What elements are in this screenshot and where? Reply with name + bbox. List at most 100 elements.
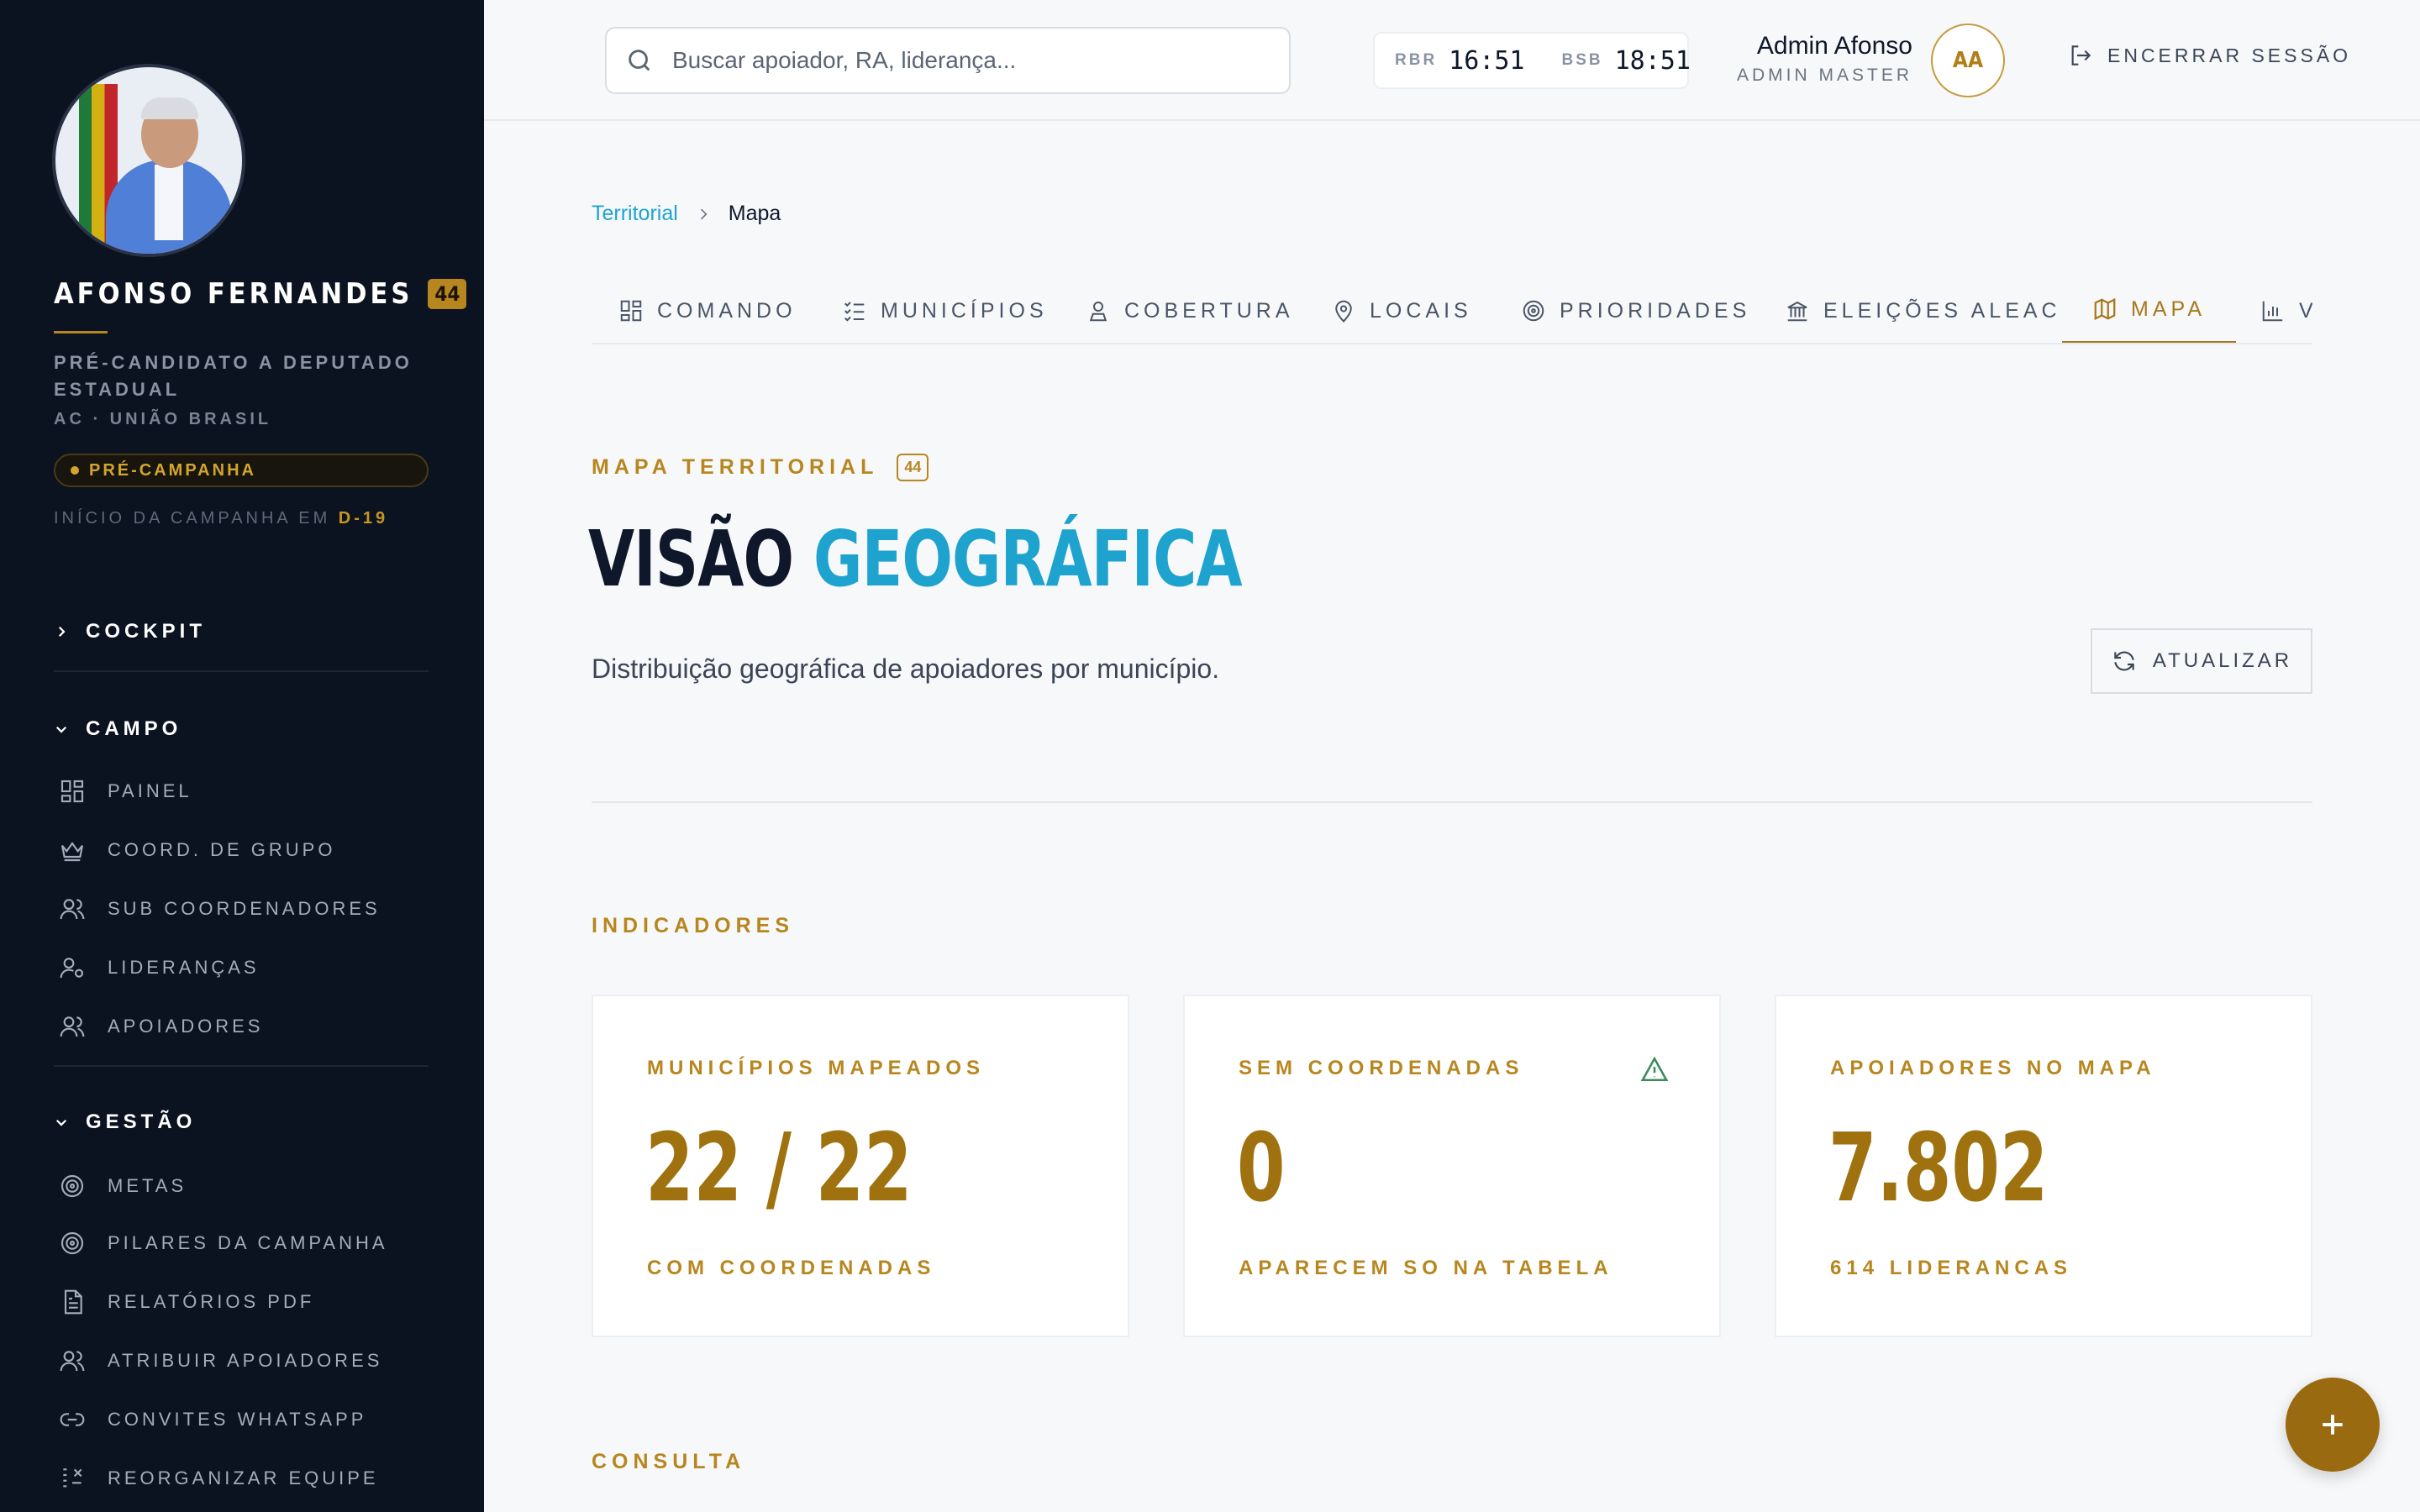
eyebrow-label: MAPA TERRITORIAL (592, 455, 879, 479)
sidebar-item-reorganizar[interactable]: REORGANIZAR EQUIPE (59, 1465, 379, 1492)
target-icon (1523, 300, 1544, 322)
tab-cobertura[interactable]: COBERTURA (1086, 277, 1294, 343)
sidebar-item-convites[interactable]: CONVITES WHATSAPP (59, 1406, 366, 1433)
sidebar-item-label: REORGANIZAR EQUIPE (108, 1467, 379, 1488)
bar-chart-icon (2262, 301, 2283, 322)
sidebar-item-pilares[interactable]: PILARES DA CAMPANHA (59, 1230, 388, 1257)
phase-badge: PRÉ-CAMPANHA (54, 454, 429, 487)
chevron-right-icon (58, 626, 66, 638)
chevron-down-icon (55, 726, 67, 733)
list-check-icon (844, 302, 865, 322)
user-cog-icon (60, 958, 84, 979)
tab-label: PRIORIDADES (1560, 298, 1751, 323)
refresh-icon (2114, 651, 2134, 671)
sidebar-item-metas[interactable]: METAS (59, 1173, 187, 1200)
clocks-widget: RBR 16:51 BSB 18:51 (1373, 32, 1691, 89)
clock-bsb-label: BSB (1561, 51, 1603, 69)
search-input[interactable] (672, 47, 1260, 74)
map-icon (2094, 297, 2116, 321)
tab-municipios[interactable]: MUNICÍPIOS (842, 277, 1048, 343)
warning-icon (1640, 1056, 1669, 1082)
target-icon (60, 1174, 84, 1198)
tab-mapa[interactable]: MAPA (2062, 277, 2236, 343)
campaign-countdown: INÍCIO DA CAMPANHA EM D-19 (54, 509, 388, 528)
nav-section-label: CAMPO (86, 717, 182, 740)
kpi-card-municipios: MUNICÍPIOS MAPEADOS 22 / 22 COM COORDENA… (592, 995, 1129, 1337)
sidebar-item-painel[interactable]: PAINEL (59, 778, 192, 805)
search-box[interactable] (605, 27, 1291, 94)
file-text-icon (64, 1289, 82, 1315)
drag-icon (63, 1468, 82, 1488)
page-title-accent: GEOGRÁFICA (813, 514, 1243, 604)
tab-prioridades[interactable]: PRIORIDADES (1521, 277, 1751, 343)
kpi-value: 0 (1237, 1114, 1286, 1223)
tab-eleicoes-aleac[interactable]: ELEIÇÕES ALEAC (1785, 277, 2061, 343)
logout-button[interactable]: ENCERRAR SESSÃO (2067, 42, 2351, 69)
nav-section-campo[interactable]: CAMPO (54, 717, 182, 741)
tab-bar: COMANDO MUNICÍPIOS COBERTURA LOCAIS PRIO… (592, 277, 2312, 344)
tab-comando[interactable]: COMANDO (618, 277, 797, 343)
candidate-party: AC · UNIÃO BRASIL (54, 410, 272, 428)
countdown-value: D-19 (338, 509, 389, 528)
sidebar-item-label: ATRIBUIR APOIADORES (108, 1350, 383, 1371)
grid-icon (620, 300, 642, 322)
logout-label: ENCERRAR SESSÃO (2107, 44, 2352, 66)
page-eyebrow: MAPA TERRITORIAL 44 (592, 454, 929, 481)
users-icon (60, 899, 85, 920)
users-icon (60, 1351, 85, 1372)
kpi-card-apoiadores: APOIADORES NO MAPA 7.802 614 LIDERANCAS (1775, 995, 2312, 1337)
clock-rbr-label: RBR (1395, 51, 1438, 69)
tab-locais[interactable]: LOCAIS (1331, 277, 1472, 343)
sidebar-item-liderancas[interactable]: LIDERANÇAS (59, 954, 260, 981)
tab-label: COBERTURA (1124, 298, 1294, 323)
nav-section-cockpit[interactable]: COCKPIT (54, 620, 206, 643)
candidate-name-row: AFONSO FERNANDES 44 (54, 277, 467, 311)
breadcrumb-territorial[interactable]: Territorial (592, 202, 678, 226)
refresh-label: ATUALIZAR (2152, 649, 2293, 672)
consulta-heading: CONSULTA (592, 1450, 746, 1473)
candidate-number-badge: 44 (428, 279, 467, 309)
tab-label: MUNICÍPIOS (881, 298, 1048, 323)
breadcrumb-current: Mapa (728, 202, 781, 225)
nav-divider (54, 670, 429, 672)
sidebar-item-atribuir[interactable]: ATRIBUIR APOIADORES (59, 1347, 382, 1374)
kpi-title: MUNICÍPIOS MAPEADOS (647, 1057, 986, 1079)
user-role: ADMIN MASTER (1736, 66, 1912, 85)
user-avatar[interactable]: AA (1931, 24, 2005, 97)
logout-icon (2071, 45, 2091, 66)
user-name: Admin Afonso (1756, 32, 1912, 60)
nav-section-gestao[interactable]: GESTÃO (54, 1110, 196, 1134)
candidate-name: AFONSO FERNANDES (54, 277, 413, 311)
chevron-down-icon (55, 1119, 67, 1126)
candidate-role: PRÉ-CANDIDATO A DEPUTADO ESTADUAL (54, 352, 413, 400)
sidebar-item-label: COORD. DE GRUPO (108, 839, 336, 860)
tab-label: MAPA (2131, 297, 2206, 321)
page-title-dark: VISÃO (588, 514, 794, 604)
sidebar-item-label: PAINEL (108, 780, 192, 801)
clock-bsb-time: 18:51 (1614, 45, 1691, 76)
sidebar-item-relatorios[interactable]: RELATÓRIOS PDF (59, 1289, 314, 1315)
sidebar-item-label: APOIADORES (108, 1016, 264, 1037)
phase-label: PRÉ-CAMPANHA (89, 460, 256, 480)
phase-dot-icon (71, 466, 79, 475)
sidebar-item-sub-coordenadores[interactable]: SUB COORDENADORES (59, 895, 381, 922)
breadcrumb: Territorial Mapa (592, 202, 781, 226)
kpi-value: 22 / 22 (645, 1114, 913, 1223)
tab-label: COMANDO (657, 298, 797, 323)
chevron-right-icon (700, 208, 708, 219)
kpi-title: SEM COORDENADAS (1239, 1057, 1524, 1079)
sidebar-item-label: PILARES DA CAMPANHA (108, 1232, 388, 1253)
add-fab-button[interactable] (2286, 1378, 2380, 1472)
grid-icon (60, 780, 84, 803)
sidebar-item-label: CONVITES WHATSAPP (108, 1409, 367, 1430)
link-icon (60, 1413, 85, 1426)
sidebar-item-coord-grupo[interactable]: COORD. DE GRUPO (59, 837, 335, 864)
section-divider (592, 801, 2312, 803)
refresh-button[interactable]: ATUALIZAR (2091, 628, 2312, 694)
sidebar: AFONSO FERNANDES 44 PRÉ-CANDIDATO A DEPU… (0, 0, 484, 1512)
search-icon (629, 50, 650, 71)
sidebar-item-apoiadores[interactable]: APOIADORES (59, 1013, 263, 1040)
candidate-avatar (52, 64, 245, 257)
users-icon (60, 1016, 85, 1037)
tab-v[interactable]: V (2260, 277, 2312, 343)
